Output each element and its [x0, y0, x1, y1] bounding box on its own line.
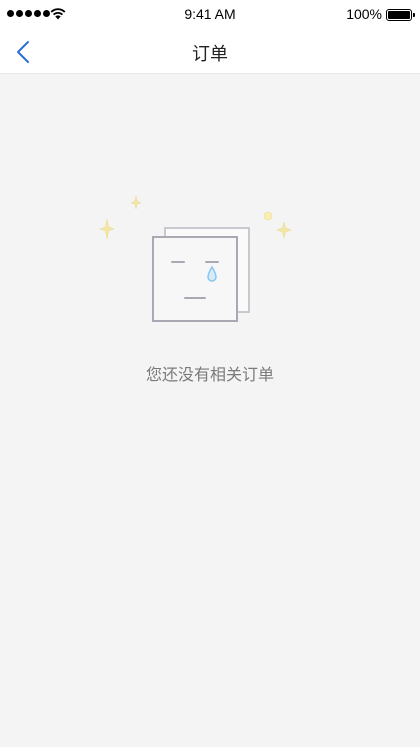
orders-screen: 9:41 AM 100% 订单 您还没有相关订单 — [0, 0, 420, 747]
nav-bar: 订单 — [0, 30, 420, 74]
sparkle-icon — [263, 211, 273, 221]
battery-percent: 100% — [346, 6, 382, 22]
empty-state-message: 您还没有相关订单 — [145, 365, 274, 384]
sad-document-icon — [152, 236, 238, 322]
empty-orders-illustration — [99, 195, 292, 322]
battery-icon — [386, 9, 415, 21]
sparkle-icon — [99, 218, 115, 240]
sparkle-icon — [130, 195, 142, 210]
status-bar: 9:41 AM 100% — [0, 0, 420, 30]
page-title: 订单 — [192, 44, 228, 65]
sparkle-icon — [276, 221, 292, 239]
